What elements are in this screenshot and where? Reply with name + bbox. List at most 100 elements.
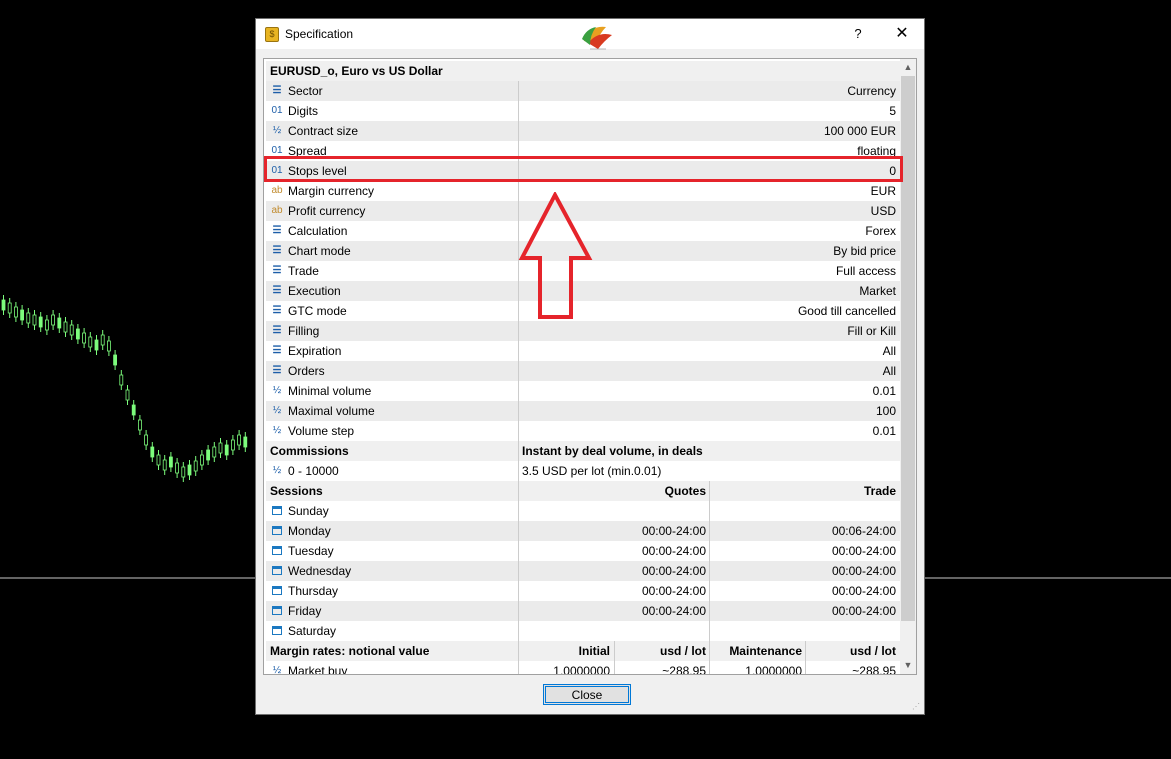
- session-trade: [712, 621, 896, 641]
- vertical-scrollbar[interactable]: ▲ ▼: [900, 59, 916, 674]
- session-day: Saturday: [288, 624, 337, 638]
- property-row[interactable]: 01 Digits 5: [266, 101, 900, 121]
- candle-body: [94, 339, 99, 351]
- candle-body: [88, 336, 93, 348]
- digits-icon: 01: [271, 105, 283, 116]
- specification-rows: EURUSD_o, Euro vs US Dollar ☰ Sector Curre…: [266, 61, 900, 675]
- calendar-icon: [270, 521, 284, 541]
- commissions-header: Commissions: [270, 444, 349, 458]
- margin-initial: 1.0000000: [553, 664, 610, 675]
- property-label: Calculation: [288, 224, 348, 238]
- property-row[interactable]: ½ Maximal volume 100: [266, 401, 900, 421]
- session-quotes: 00:00-24:00: [641, 584, 706, 598]
- margin-header: Margin rates: notional value: [270, 644, 430, 658]
- margin-list: ½ Market buy 1.0000000 ~288.95 1.0000000 ~288…: [266, 661, 900, 675]
- candle-body: [38, 316, 43, 328]
- session-row[interactable]: Thursday 00:00-24:00 00:00-24:00: [266, 581, 900, 601]
- commission-value: 3.5 USD per lot (min.0.01): [522, 464, 662, 478]
- title-bar: $ Specification ? ✕: [256, 19, 924, 50]
- session-trade: [712, 501, 896, 521]
- brand-logo-icon: [582, 26, 612, 50]
- candle-body: [131, 404, 136, 416]
- scrollbar-thumb[interactable]: [901, 76, 915, 621]
- candle-body: [212, 446, 217, 458]
- resize-grip-icon[interactable]: ⋰: [912, 702, 922, 712]
- candle-body: [237, 434, 242, 446]
- property-label: Trade: [288, 264, 319, 278]
- property-value: Fill or Kill: [847, 324, 896, 338]
- session-quotes: 00:00-24:00: [641, 604, 706, 618]
- candle-body: [63, 321, 68, 333]
- calendar-icon: [270, 601, 284, 621]
- candle-body: [32, 314, 37, 326]
- help-button[interactable]: ?: [850, 25, 866, 43]
- session-row[interactable]: Monday 00:00-24:00 00:06-24:00: [266, 521, 900, 541]
- candle-body: [45, 319, 49, 331]
- session-trade: 00:06-24:00: [831, 524, 896, 538]
- symbol-header-row: EURUSD_o, Euro vs US Dollar: [266, 61, 900, 81]
- list-icon: ☰: [272, 345, 282, 356]
- candle-body: [187, 464, 192, 476]
- candle-body: [57, 317, 62, 329]
- close-button[interactable]: Close: [543, 684, 631, 705]
- commission-row[interactable]: ½ 0 - 10000 3.5 USD per lot (min.0.01): [266, 461, 900, 481]
- property-label: Digits: [288, 104, 319, 118]
- fraction-icon: ½: [272, 405, 282, 416]
- scroll-down-arrow-icon[interactable]: ▼: [900, 657, 916, 674]
- property-row[interactable]: ☰ Sector Currency: [266, 81, 900, 101]
- session-row[interactable]: Sunday: [266, 501, 900, 521]
- property-row[interactable]: ½ Minimal volume 0.01: [266, 381, 900, 401]
- candle-body: [107, 340, 111, 352]
- property-row[interactable]: ½ Contract size 100 000 EUR: [266, 121, 900, 141]
- session-row[interactable]: Friday 00:00-24:00 00:00-24:00: [266, 601, 900, 621]
- margin-row[interactable]: ½ Market buy 1.0000000 ~288.95 1.0000000 ~288…: [266, 661, 900, 675]
- property-row[interactable]: ☰ Expiration All: [266, 341, 900, 361]
- candle-body: [100, 334, 105, 346]
- close-window-button[interactable]: ✕: [890, 24, 914, 44]
- calendar-icon: [270, 541, 284, 561]
- text-icon: ab: [271, 205, 283, 216]
- fraction-icon: ½: [272, 465, 282, 476]
- candle-body: [230, 439, 235, 451]
- property-value: 0.01: [872, 424, 896, 438]
- margin-usd-lot-1: ~288.95: [662, 664, 706, 675]
- property-row[interactable]: ☰ Orders All: [266, 361, 900, 381]
- property-row[interactable]: ½ Volume step 0.01: [266, 421, 900, 441]
- commissions-header-row: Commissions Instant by deal volume, in d…: [266, 441, 900, 461]
- session-trade: 00:00-24:00: [831, 544, 896, 558]
- session-row[interactable]: Saturday: [266, 621, 900, 641]
- property-value: 0.01: [872, 384, 896, 398]
- property-label: Minimal volume: [288, 384, 372, 398]
- session-row[interactable]: Wednesday 00:00-24:00 00:00-24:00: [266, 561, 900, 581]
- property-label: Sector: [288, 84, 323, 98]
- candle-body: [162, 459, 167, 471]
- candle-body: [218, 442, 223, 454]
- stops-level-highlight-box: [264, 156, 903, 182]
- up-arrow-annotation-icon: [518, 192, 593, 319]
- candle-body: [20, 309, 25, 321]
- session-quotes: [520, 621, 706, 641]
- scroll-up-arrow-icon[interactable]: ▲: [900, 59, 916, 76]
- candle-body: [51, 314, 55, 326]
- margin-label: Market buy: [288, 664, 348, 675]
- margin-usd-lot-2: ~288.95: [852, 664, 896, 675]
- property-label: Filling: [288, 324, 320, 338]
- fraction-icon: ½: [272, 425, 282, 436]
- text-icon: ab: [271, 185, 283, 196]
- property-value: All: [882, 344, 896, 358]
- list-icon: ☰: [272, 285, 282, 296]
- property-label: Chart mode: [288, 244, 351, 258]
- candle-body: [156, 454, 161, 466]
- calendar-icon: [270, 581, 284, 601]
- candle-body: [137, 419, 142, 431]
- list-icon: ☰: [272, 325, 282, 336]
- fraction-icon: ½: [272, 125, 282, 136]
- session-day: Tuesday: [288, 544, 334, 558]
- session-trade: 00:00-24:00: [831, 604, 896, 618]
- candle-body: [119, 374, 124, 386]
- session-row[interactable]: Tuesday 00:00-24:00 00:00-24:00: [266, 541, 900, 561]
- property-row[interactable]: ☰ Filling Fill or Kill: [266, 321, 900, 341]
- list-icon: ☰: [272, 245, 282, 256]
- list-icon: ☰: [272, 225, 282, 236]
- calendar-icon: [270, 561, 284, 581]
